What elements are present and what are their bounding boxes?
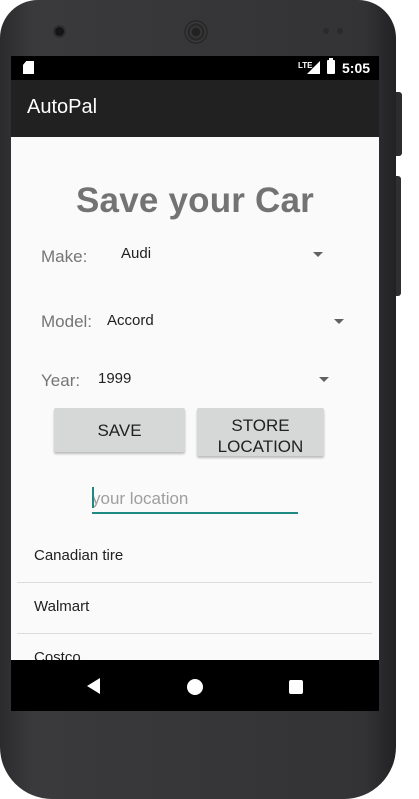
store-location-button[interactable]: STORE LOCATION (197, 408, 324, 456)
front-camera (55, 27, 64, 36)
navigation-bar (11, 660, 379, 711)
status-bar: LTE 5:05 (11, 56, 379, 80)
list-item-label: Canadian tire (34, 547, 124, 564)
location-input[interactable] (92, 486, 298, 514)
recent-apps-icon[interactable] (289, 680, 303, 694)
make-label: Make: (41, 247, 88, 266)
chevron-down-icon (313, 252, 323, 257)
store-location-line2: LOCATION (217, 437, 304, 456)
page-title: Save your Car (76, 181, 314, 220)
list-item[interactable]: Canadian tire (17, 532, 372, 583)
make-value: Audi (121, 245, 152, 262)
save-button[interactable]: SAVE (54, 408, 185, 452)
year-value: 1999 (98, 370, 132, 387)
year-spinner[interactable]: 1999 (91, 361, 335, 397)
earpiece-speaker (186, 22, 206, 42)
make-spinner[interactable]: Audi (111, 237, 329, 273)
model-value: Accord (107, 312, 154, 329)
list-item[interactable]: Walmart (17, 583, 372, 634)
signal-icon (307, 61, 320, 74)
location-list[interactable]: Canadian tire Walmart Costco (17, 532, 372, 660)
year-label: Year: (41, 371, 81, 390)
list-item-label: Walmart (34, 598, 90, 615)
back-icon[interactable] (87, 678, 100, 694)
status-time: 5:05 (342, 60, 371, 76)
power-button (396, 92, 402, 156)
chevron-down-icon (319, 377, 329, 382)
save-button-label: SAVE (97, 421, 142, 440)
text-cursor (92, 487, 94, 508)
light-sensor (337, 28, 343, 34)
volume-button (396, 176, 401, 296)
screen: LTE 5:05 AutoPal Save your Car Make: Aud… (11, 56, 379, 711)
list-item[interactable]: Costco (17, 634, 372, 660)
model-label: Model: (41, 312, 93, 331)
sd-card-icon (23, 61, 34, 74)
battery-icon (327, 58, 335, 74)
phone-frame: LTE 5:05 AutoPal Save your Car Make: Aud… (0, 0, 396, 799)
proximity-sensor (323, 28, 329, 34)
app-bar: AutoPal (11, 80, 379, 137)
main-content: Save your Car Make: Audi Model: Accord Y… (11, 137, 379, 660)
app-title: AutoPal (27, 96, 98, 118)
store-location-line1: STORE (231, 416, 290, 435)
home-icon[interactable] (187, 679, 203, 695)
list-item-label: Costco (34, 649, 81, 660)
model-spinner[interactable]: Accord (101, 303, 351, 339)
chevron-down-icon (334, 319, 344, 324)
